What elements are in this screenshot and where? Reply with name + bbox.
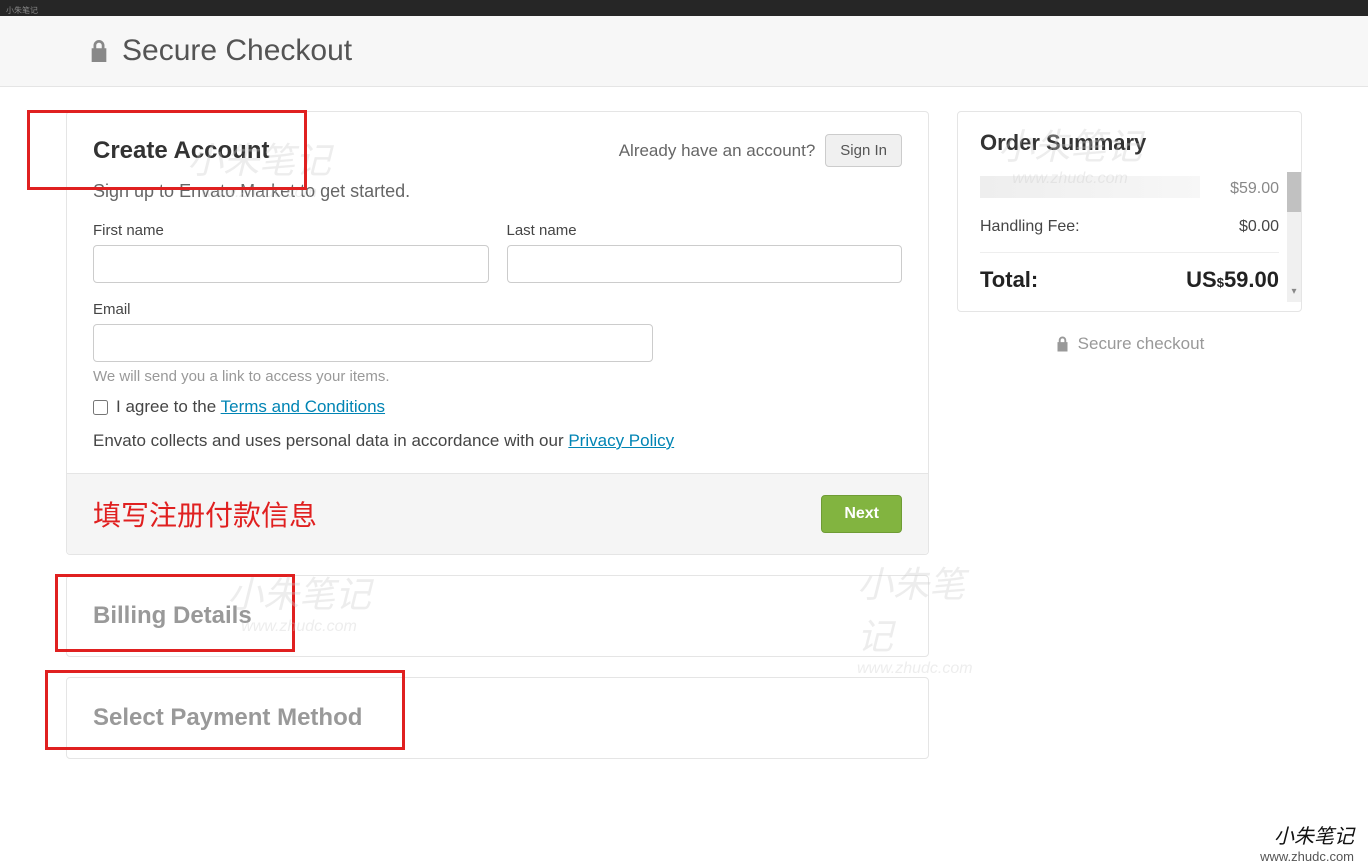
email-label: Email xyxy=(93,301,902,318)
create-account-panel: Create Account Already have an account? … xyxy=(66,111,929,555)
first-name-label: First name xyxy=(93,222,489,239)
email-hint: We will send you a link to access your i… xyxy=(93,368,902,385)
summary-handling-price: $0.00 xyxy=(1239,218,1279,236)
page-title-text: Secure Checkout xyxy=(122,34,352,68)
already-have-account-text: Already have an account? xyxy=(619,141,816,161)
payment-method-title: Select Payment Method xyxy=(93,704,902,732)
summary-handling-row: Handling Fee: $0.00 xyxy=(980,208,1279,246)
agree-prefix-text: I agree to the xyxy=(116,397,221,416)
billing-details-title: Billing Details xyxy=(93,602,902,630)
browser-top-bar: 小朱笔记 xyxy=(0,0,1368,16)
summary-item-price: $59.00 xyxy=(1230,180,1279,198)
summary-handling-label: Handling Fee: xyxy=(980,218,1080,236)
signup-subtext: Sign up to Envato Market to get started. xyxy=(93,181,902,202)
summary-total-label: Total: xyxy=(980,267,1038,293)
summary-total-row: Total: US$59.00 xyxy=(980,252,1279,299)
privacy-policy-link[interactable]: Privacy Policy xyxy=(568,431,674,450)
annotation-fill-info: 填写注册付款信息 xyxy=(93,494,317,534)
create-account-title: Create Account xyxy=(93,137,269,165)
page-title: Secure Checkout xyxy=(88,34,1280,68)
terms-link[interactable]: Terms and Conditions xyxy=(221,397,385,416)
email-input[interactable] xyxy=(93,324,653,362)
last-name-input[interactable] xyxy=(507,245,903,283)
blurred-item-name xyxy=(980,176,1200,198)
payment-method-panel: Select Payment Method xyxy=(66,677,929,759)
summary-total-amount: 59.00 xyxy=(1224,267,1279,293)
billing-details-panel: Billing Details 小朱笔记 www.zhudc.com 小朱笔记 … xyxy=(66,575,929,657)
lock-icon xyxy=(1055,335,1070,353)
first-name-input[interactable] xyxy=(93,245,489,283)
last-name-label: Last name xyxy=(507,222,903,239)
top-bar-site-label: 小朱笔记 xyxy=(0,6,38,15)
privacy-prefix-text: Envato collects and uses personal data i… xyxy=(93,431,568,450)
summary-total-symbol: $ xyxy=(1217,275,1224,290)
lock-icon xyxy=(88,38,110,64)
summary-total-currency: US xyxy=(1186,267,1217,293)
footer-watermark: 小朱笔记 www.zhudc.com xyxy=(1260,820,1354,864)
sign-in-button[interactable]: Sign In xyxy=(825,134,902,167)
order-summary-title: Order Summary xyxy=(958,112,1301,166)
order-summary-panel: Order Summary … $59.00 Handling Fee: $0.… xyxy=(957,111,1302,312)
agree-checkbox[interactable] xyxy=(93,400,108,415)
next-button[interactable]: Next xyxy=(821,495,902,533)
page-header: Secure Checkout xyxy=(0,16,1368,87)
secure-checkout-text: Secure checkout xyxy=(1078,334,1205,354)
summary-item-row: … $59.00 xyxy=(980,170,1279,208)
secure-checkout-note: Secure checkout xyxy=(957,334,1302,354)
summary-scrollbar[interactable]: ▾ xyxy=(1287,172,1301,302)
